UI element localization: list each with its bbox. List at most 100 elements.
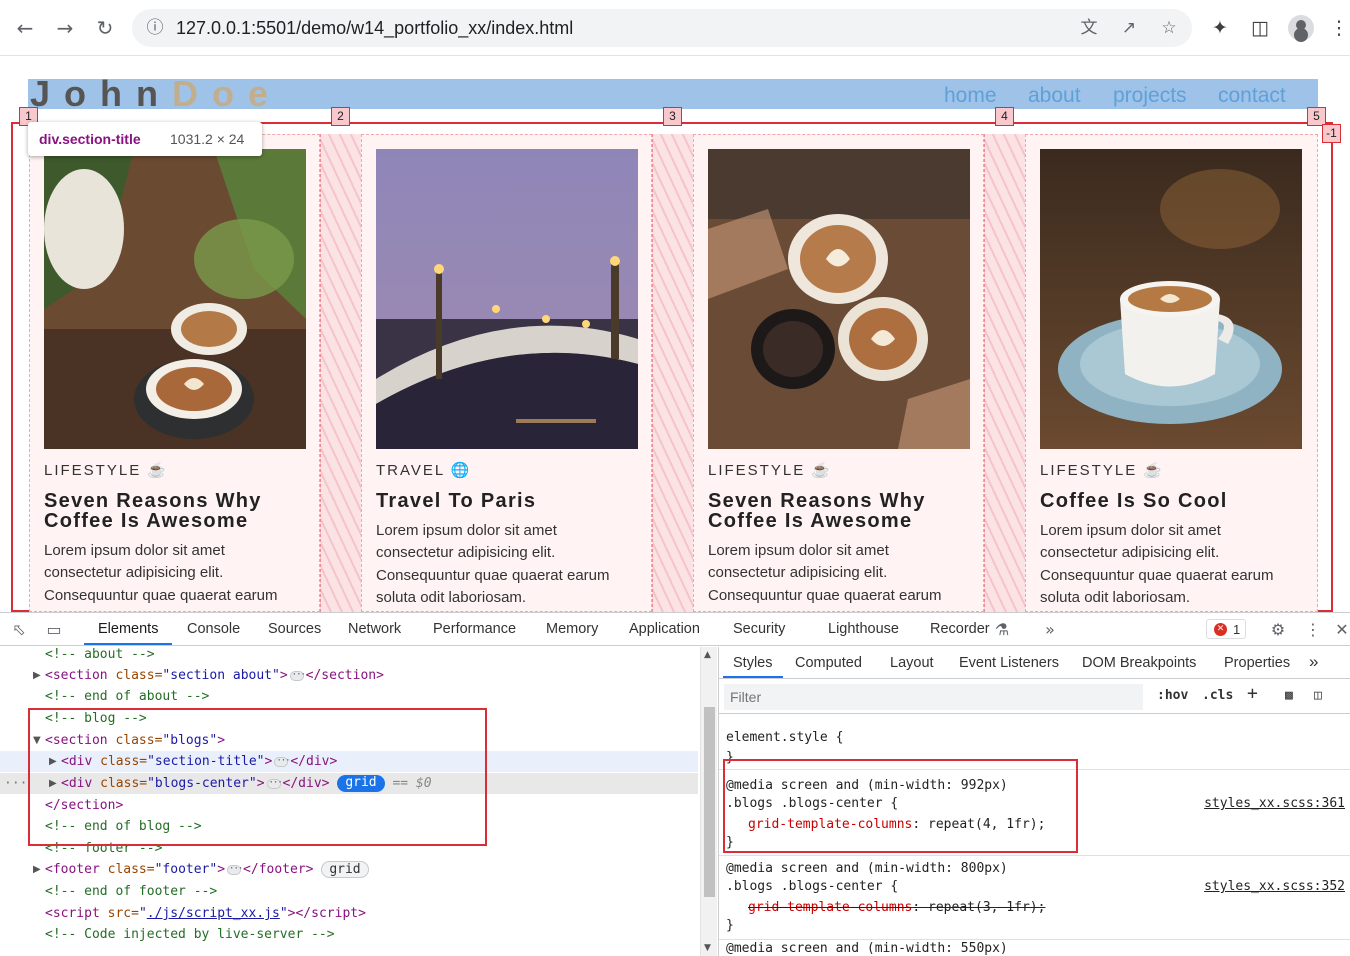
tab-lighthouse[interactable]: Lighthouse [828,621,899,637]
inspect-tooltip: div.section-title 1031.2 × 24 [28,122,262,156]
script-link[interactable]: ./js/script_xx.js [147,906,280,921]
nav-about[interactable]: about [1028,84,1081,108]
kebab-menu-icon[interactable]: ⋮ [1327,16,1350,40]
kebab-menu-icon[interactable]: ⋮ [1302,619,1324,641]
card-text-line: Consequuntur quae quaerat earum [376,567,610,584]
forward-arrow-icon[interactable]: → [53,16,77,40]
reload-icon[interactable]: ↻ [93,16,117,40]
expand-triangle-icon[interactable]: ▶ [33,665,43,686]
share-icon[interactable]: ↗ [1118,17,1140,39]
subtab-computed[interactable]: Computed [795,655,862,671]
card-text-line: consectetur adipisicing elit. [44,564,224,581]
tab-console[interactable]: Console [187,621,240,637]
star-icon[interactable]: ☆ [1158,17,1180,39]
info-icon[interactable]: ⓘ [144,17,166,39]
hov-toggle[interactable]: :hov [1157,688,1188,703]
dom-tree: <!-- about --> ▶ <section class="section … [0,647,700,956]
card-title[interactable]: Coffee Is So Cool [1040,491,1300,511]
devtools-tabbar: ⬁ ▭ Elements Console Sources Network Per… [0,613,1350,646]
nav-contact[interactable]: contact [1218,84,1286,108]
dom-node[interactable]: <script src="./js/script_xx.js"></script… [0,903,698,924]
dom-node[interactable]: ▶<section class="section about"></sectio… [0,665,698,686]
card-title[interactable]: Seven Reasons Why Coffee Is Awesome [44,491,304,531]
grid-gap [320,134,362,612]
subtab-properties[interactable]: Properties [1224,655,1290,671]
error-counter[interactable]: ✕ 1 [1206,619,1246,639]
more-tabs-icon[interactable]: » [1039,619,1061,641]
dom-node[interactable]: ▶<footer class="footer"></footer> grid [0,859,698,880]
active-subtab-indicator [723,676,783,678]
address-bar[interactable]: ⓘ 127.0.0.1:5501/demo/w14_portfolio_xx/i… [132,9,1192,47]
card-text-line: Lorem ipsum dolor sit amet [1040,522,1221,539]
nav-projects[interactable]: projects [1113,84,1187,108]
side-panel-icon[interactable]: ◫ [1248,16,1272,40]
cls-toggle[interactable]: .cls [1202,688,1233,703]
source-link[interactable]: styles_xx.scss:352 [1204,877,1345,897]
translate-icon[interactable]: 文 [1078,17,1100,39]
blog-card[interactable]: LIFESTYLE ☕ Seven Reasons Why Coffee Is … [693,134,984,612]
tab-performance[interactable]: Performance [433,621,516,637]
blog-card[interactable]: TRAVEL 🌐 Travel To Paris Lorem ipsum dol… [361,134,652,612]
inspect-element-icon[interactable]: ⬁ [8,619,30,641]
tab-memory[interactable]: Memory [546,621,598,637]
subtab-event-listeners[interactable]: Event Listeners [959,655,1059,671]
css-selector[interactable]: element.style { [726,728,843,748]
gear-icon[interactable]: ⚙ [1267,619,1289,641]
styles-filter-input[interactable] [724,684,1143,710]
dom-node[interactable]: <!-- end of footer --> [0,881,698,902]
dom-scrollbar[interactable]: ▲ ▼ [700,647,717,956]
card-title[interactable]: Seven Reasons Why Coffee Is Awesome [708,491,968,531]
media-query[interactable]: @media screen and (min-width: 800px) [726,859,1008,879]
globe-icon: 🌐 [450,462,472,479]
nav-home[interactable]: home [944,84,997,108]
card-text-line: Lorem ipsum dolor sit amet [44,542,225,559]
tooltip-size: 1031.2 × 24 [170,131,245,147]
css-declaration-overridden[interactable]: grid-template-columns: repeat(3, 1fr); [748,898,1045,918]
dom-node[interactable]: <!-- Code injected by live-server --> [0,924,698,945]
more-tabs-icon[interactable]: » [1309,652,1318,672]
new-rule-icon[interactable]: + [1247,683,1258,704]
css-rule-550: @media screen and (min-width: 550px) [719,941,1350,956]
scroll-up-icon[interactable]: ▲ [704,650,711,660]
media-query[interactable]: @media screen and (min-width: 550px) [726,941,1008,956]
more-dots-icon[interactable]: ··· [4,773,27,794]
css-selector[interactable]: .blogs .blogs-center { [726,877,898,897]
subtab-dom-breakpoints[interactable]: DOM Breakpoints [1082,655,1196,671]
ellipsis-icon[interactable] [289,665,305,686]
scroll-down-icon[interactable]: ▼ [704,943,711,953]
blog-card[interactable]: LIFESTYLE ☕ Seven Reasons Why Coffee Is … [29,134,320,612]
tab-elements[interactable]: Elements [98,621,158,637]
card-text-line: Consequuntur quae quaerat earum [1040,567,1274,584]
profile-icon[interactable] [1288,15,1314,41]
close-icon[interactable]: ✕ [1331,619,1350,641]
card-title[interactable]: Travel To Paris [376,491,636,511]
puzzle-icon[interactable]: ✦ [1208,16,1232,40]
ellipsis-icon[interactable] [227,859,242,880]
url-text[interactable]: 127.0.0.1:5501/demo/w14_portfolio_xx/ind… [176,18,573,39]
subtab-styles[interactable]: Styles [733,655,773,671]
grid-badge-pill[interactable]: grid [321,861,369,878]
annotation-highlight-box [28,708,487,846]
dom-node[interactable]: <!-- about --> [0,644,698,665]
tab-security[interactable]: Security [733,621,785,637]
blog-card[interactable]: LIFESTYLE ☕ Coffee Is So Cool Lorem ipsu… [1025,134,1318,612]
tab-application[interactable]: Application [629,621,700,637]
paint-icon[interactable]: ▩ [1285,688,1293,703]
source-link[interactable]: styles_xx.scss:361 [1204,794,1345,814]
styles-subtabs: Styles Computed Layout Event Listeners D… [719,647,1350,679]
scrollbar-thumb[interactable] [704,707,715,897]
dom-node[interactable]: <!-- end of about --> [0,686,698,707]
card-text-line: consectetur adipisicing elit. [376,544,556,561]
subtab-layout[interactable]: Layout [890,655,934,671]
tab-network[interactable]: Network [348,621,401,637]
site-logo[interactable]: JohnDoe [30,73,282,115]
device-toolbar-icon[interactable]: ▭ [43,619,65,641]
sidebar-toggle-icon[interactable]: ◫ [1314,688,1322,703]
tab-sources[interactable]: Sources [268,621,321,637]
tab-recorder[interactable]: Recorder [930,621,990,637]
styles-pane: Styles Computed Layout Event Listeners D… [718,647,1350,956]
card-category: TRAVEL 🌐 [376,462,472,479]
grid-gap [652,134,694,612]
expand-triangle-icon[interactable]: ▶ [33,859,43,880]
back-arrow-icon[interactable]: ← [13,16,37,40]
